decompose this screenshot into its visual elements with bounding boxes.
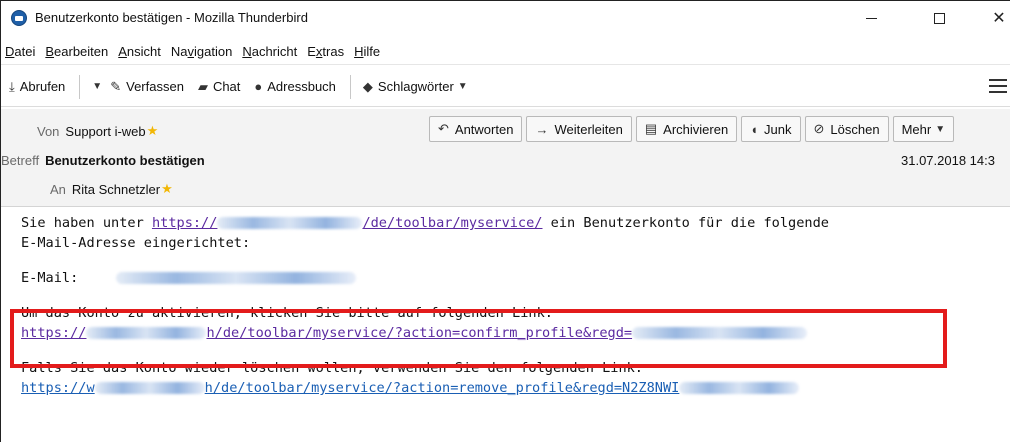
get-messages-button[interactable]: ⤓ Abrufen (9, 79, 65, 95)
reply-button[interactable]: ↶ Antworten (429, 116, 523, 142)
from-label: Von (37, 123, 60, 139)
junk-button[interactable]: ◖ Junk (741, 116, 801, 142)
archive-button[interactable]: ▤ Archivieren (635, 116, 738, 142)
window-title: Benutzerkonto bestätigen - Mozilla Thund… (35, 10, 308, 25)
close-button[interactable]: ✕ (979, 7, 1010, 29)
body-line: https://w h/de/toolbar/myservice/?action=… (21, 378, 1001, 398)
highlight-annotation (10, 309, 947, 368)
to-row: An Rita Schnetzler ★ (50, 178, 173, 200)
chevron-down-icon: ▼ (92, 81, 103, 92)
to-value[interactable]: Rita Schnetzler (72, 182, 160, 197)
minimize-button[interactable] (851, 7, 891, 29)
main-toolbar: ⤓ Abrufen ▼ ✎ Verfassen ▰ Chat ● Adressb… (1, 67, 1010, 107)
write-button[interactable]: ✎ Verfassen (110, 79, 184, 95)
delete-circle-icon: ⊘ (813, 121, 825, 136)
service-link[interactable]: https:///de/toolbar/myservice/ (152, 215, 543, 231)
address-book-button[interactable]: ● Adressbuch (254, 79, 336, 94)
minimize-icon (865, 17, 877, 19)
download-icon: ⤓ (9, 78, 15, 94)
to-label: An (50, 181, 66, 197)
archive-icon: ▤ (644, 121, 658, 136)
maximize-icon (933, 12, 945, 24)
body-line: E-Mail: (21, 268, 1001, 288)
menu-extras[interactable]: Extras (307, 44, 344, 59)
menu-bearbeiten[interactable]: Bearbeiten (45, 44, 108, 59)
email-paragraph: E-Mail: (21, 268, 1001, 288)
toolbar-divider (79, 74, 81, 99)
flame-icon: ◖ (750, 121, 759, 137)
chat-bubble-icon: ▰ (197, 78, 208, 94)
person-icon: ● (254, 79, 263, 94)
redacted-token (679, 382, 800, 394)
chat-button[interactable]: ▰ Chat (198, 79, 240, 95)
body-line: E-Mail-Adresse eingerichtet: (21, 235, 251, 251)
more-button[interactable]: Mehr ▼ (892, 116, 955, 142)
menu-datei[interactable]: Datei (5, 44, 35, 59)
thunderbird-window: Benutzerkonto bestätigen - Mozilla Thund… (0, 0, 1010, 442)
toolbar-divider (349, 74, 351, 99)
redacted-url (217, 217, 363, 229)
reply-arrow-icon: ↶ (438, 121, 449, 136)
get-messages-dropdown[interactable]: ▼ (79, 74, 103, 99)
app-menu-icon[interactable] (989, 79, 1007, 93)
message-date: 31.07.2018 14:3 (901, 153, 995, 168)
redacted-url (94, 382, 205, 394)
tags-button[interactable]: ◆ Schlagwörter ▼ (363, 79, 468, 95)
maximize-button[interactable] (919, 7, 959, 29)
menu-bar: Datei Bearbeiten Ansicht Navigation Nach… (1, 39, 1010, 65)
remove-link[interactable]: https://w h/de/toolbar/myservice/?action=… (21, 380, 800, 396)
star-icon[interactable]: ★ (147, 123, 159, 139)
body-line: Sie haben unter https:///de/toolbar/myse… (21, 215, 829, 231)
title-bar: Benutzerkonto bestätigen - Mozilla Thund… (1, 1, 1010, 35)
from-value[interactable]: Support i-web (65, 124, 145, 139)
subject-label: Betreff (1, 152, 40, 168)
chevron-down-icon: ▼ (935, 123, 946, 135)
subject-value: Benutzerkonto bestätigen (45, 152, 205, 168)
menu-nachricht[interactable]: Nachricht (242, 44, 297, 59)
forward-button[interactable]: → Weiterleiten (526, 116, 632, 142)
menu-navigation[interactable]: Navigation (171, 44, 232, 59)
header-actions: ↶ Antworten → Weiterleiten ▤ Archivieren ◖ J… (429, 116, 958, 142)
forward-arrow-icon: → (535, 121, 549, 137)
tag-icon: ◆ (362, 78, 373, 94)
message-header: Von Support i-web ★ ↶ Antworten → Weiterle… (1, 109, 1010, 207)
star-icon[interactable]: ★ (161, 181, 173, 197)
close-icon: ✕ (992, 10, 1006, 27)
delete-button[interactable]: ⊘ Löschen (804, 116, 889, 142)
chevron-down-icon: ▼ (457, 81, 468, 92)
thunderbird-logo-icon (11, 10, 27, 26)
pencil-icon: ✎ (110, 78, 122, 94)
intro-paragraph: Sie haben unter https:///de/toolbar/myse… (21, 213, 1001, 253)
menu-ansicht[interactable]: Ansicht (118, 44, 161, 59)
redacted-email (116, 272, 357, 284)
from-row: Von Support i-web ★ (37, 120, 158, 142)
subject-row: Betreff Benutzerkonto bestätigen (1, 149, 205, 171)
menu-hilfe[interactable]: Hilfe (354, 44, 380, 59)
